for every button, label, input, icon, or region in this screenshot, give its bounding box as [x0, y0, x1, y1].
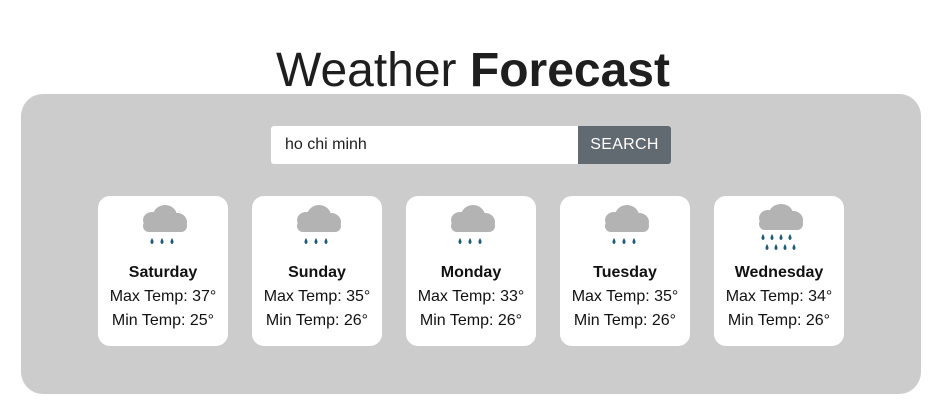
- forecast-min-temp: Min Temp: 26°: [573, 312, 677, 329]
- forecast-card-saturday: Saturday Max Temp: 37° Min Temp: 25°: [98, 196, 228, 346]
- forecast-day: Tuesday: [593, 264, 657, 281]
- forecast-card-tuesday: Tuesday Max Temp: 35° Min Temp: 26°: [560, 196, 690, 346]
- forecast-day: Saturday: [128, 264, 198, 281]
- forecast-card-sunday: Sunday Max Temp: 35° Min Temp: 26°: [252, 196, 382, 346]
- rain-cloud-icon: [143, 205, 187, 244]
- forecast-card-wednesday: Wednesday Max Temp: 34° Min Temp: 26°: [714, 196, 844, 346]
- rain-cloud-icon: [297, 205, 341, 244]
- forecast-min-temp: Min Temp: 26°: [265, 312, 369, 329]
- forecast-max-temp: Max Temp: 37°: [109, 288, 217, 305]
- page-title: Weather Forecast: [0, 42, 946, 100]
- rain-cloud-icon: [605, 205, 649, 244]
- forecast-day: Sunday: [288, 264, 346, 281]
- forecast-max-temp: Max Temp: 33°: [417, 288, 525, 305]
- forecast-min-temp: Min Temp: 26°: [419, 312, 523, 329]
- search-bar: SEARCH: [271, 126, 671, 164]
- forecast-cards: Saturday Max Temp: 37° Min Temp: 25° Sun…: [98, 196, 844, 346]
- forecast-day: Wednesday: [734, 264, 824, 281]
- rain-cloud-icon: [451, 205, 495, 244]
- weather-app: Weather Forecast SEARCH Saturday Max Tem: [0, 0, 946, 415]
- forecast-panel: SEARCH Saturday Max Temp: 37° Min Temp: …: [21, 94, 921, 394]
- forecast-max-temp: Max Temp: 35°: [263, 288, 371, 305]
- title-bold: Forecast: [469, 44, 670, 98]
- forecast-day: Monday: [440, 264, 502, 281]
- search-input[interactable]: [271, 126, 578, 164]
- forecast-min-temp: Min Temp: 26°: [727, 312, 831, 329]
- forecast-max-temp: Max Temp: 34°: [725, 288, 833, 305]
- search-button[interactable]: SEARCH: [578, 126, 671, 164]
- forecast-min-temp: Min Temp: 25°: [111, 312, 215, 329]
- forecast-card-monday: Monday Max Temp: 33° Min Temp: 26°: [406, 196, 536, 346]
- heavy-rain-cloud-icon: [759, 204, 803, 250]
- forecast-max-temp: Max Temp: 35°: [571, 288, 679, 305]
- title-light: Weather: [276, 44, 457, 98]
